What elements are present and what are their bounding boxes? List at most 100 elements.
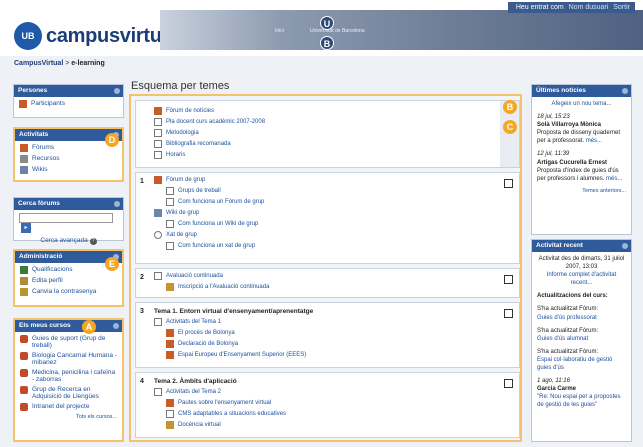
- activity-link[interactable]: Wiki de grup: [154, 209, 499, 217]
- activity-link[interactable]: Espai Europeu d'Ensenyament Superior (EE…: [166, 351, 499, 359]
- wiki-icon: [154, 209, 162, 217]
- advanced-search: Cerca avançada ?: [19, 237, 118, 245]
- activity-link[interactable]: Com funciona un Fòrum de grup: [166, 198, 499, 206]
- resource-icon: [166, 340, 174, 348]
- activity-link[interactable]: Com funciona un Wiki de grup: [166, 220, 499, 228]
- admin-edit-profile-link[interactable]: Edita perfil: [20, 277, 117, 285]
- activity-link[interactable]: Horaris: [154, 151, 499, 159]
- user-name-link[interactable]: Nom dusuari: [569, 4, 609, 11]
- activity-link[interactable]: Fòrum de notícies: [154, 107, 499, 115]
- forum-icon: [20, 144, 28, 152]
- document-icon: [154, 118, 162, 126]
- older-topics-link[interactable]: Temes anteriors...: [537, 188, 626, 194]
- activity-label: Com funciona un Wiki de grup: [178, 221, 259, 227]
- update-link[interactable]: Guies d'ús alumnat: [537, 335, 626, 343]
- banner-link-universitat[interactable]: Universitat de Barcelona: [310, 28, 364, 34]
- section-number: 3: [140, 308, 144, 315]
- news-date: 18 jul, 15:23: [537, 114, 570, 121]
- document-icon: [154, 151, 162, 159]
- all-courses-link[interactable]: Tots els cursos...: [20, 414, 117, 420]
- activitats-wikis-link[interactable]: Wikis: [20, 166, 117, 174]
- admin-change-password-link[interactable]: Canvia la contrasenya: [20, 288, 117, 296]
- document-icon: [166, 410, 174, 418]
- breadcrumb-root[interactable]: CampusVirtual: [14, 60, 63, 67]
- activity-label: Horaris: [166, 152, 186, 158]
- activity-link[interactable]: CMS adaptables a situacions educatives: [166, 410, 499, 418]
- block-cerca: Cerca fòrums ▸ Cerca avançada ?: [13, 197, 124, 245]
- activity-link[interactable]: Activitats del Tema 1: [154, 318, 499, 326]
- activity-link[interactable]: Fòrum de grup: [154, 176, 499, 184]
- minimize-icon[interactable]: [113, 323, 119, 329]
- document-icon: [154, 272, 162, 280]
- course-item[interactable]: Guies de suport (Grup de treball): [20, 335, 117, 349]
- course-icon: [20, 369, 28, 377]
- activity-label: Xat de grup: [166, 232, 198, 238]
- resource-icon: [166, 399, 174, 407]
- activity-link[interactable]: Activitats del Tema 2: [154, 388, 499, 396]
- forum-search-input[interactable]: [19, 213, 113, 223]
- campusvirtual-logo[interactable]: UB campusvirtual: [14, 22, 178, 50]
- block-news: Últimes notícies Afegeix un nou tema... …: [531, 84, 632, 235]
- highlight-checkbox[interactable]: [504, 275, 513, 284]
- add-topic-link[interactable]: Afegeix un nou tema...: [537, 100, 626, 108]
- section-title: Tema 1. Entorn virtual d'ensenyament/apr…: [154, 308, 314, 315]
- block-cursos-header: Els meus cursos: [15, 320, 122, 332]
- activity-label: Declaració de Bolonya: [178, 341, 239, 347]
- activity-link[interactable]: El procés de Bolonya: [166, 329, 499, 337]
- section-number: 1: [140, 178, 144, 185]
- course-label: Medicina, penicilina i cafeïna - zaborra…: [32, 369, 116, 383]
- course-item[interactable]: Biologia Cancarnal Humana - mibanez: [20, 352, 117, 366]
- minimize-icon[interactable]: [114, 201, 120, 207]
- activity-link[interactable]: Docència virtual: [166, 421, 499, 429]
- logo-text: campusvirtual: [46, 25, 178, 47]
- course-item[interactable]: Grup de Recerca en Adquisició de Llengüe…: [20, 386, 117, 400]
- section-0: Fòrum de notícies Pla docent curs acadèm…: [135, 100, 520, 168]
- minimize-icon[interactable]: [622, 243, 628, 249]
- activity-link[interactable]: Com funciona un xat de grup: [166, 242, 499, 250]
- activity-link[interactable]: Metodologia: [154, 129, 499, 137]
- activitats-recursos-link[interactable]: Recursos: [20, 155, 117, 163]
- news-more-link[interactable]: més...: [586, 138, 602, 144]
- activity-label: Pla docent curs acadèmic 2007-2008: [166, 119, 266, 125]
- marker-d: D: [105, 133, 119, 147]
- activitats-forums-link[interactable]: Fòrums: [20, 144, 117, 152]
- help-icon[interactable]: ?: [89, 238, 97, 245]
- participants-link[interactable]: Participants: [19, 100, 118, 108]
- recent-post-date: 1 ago, 11:16: [537, 378, 570, 385]
- course-item[interactable]: Medicina, penicilina i cafeïna - zaborra…: [20, 369, 117, 383]
- resource-icon: [166, 329, 174, 337]
- course-icon: [20, 403, 28, 411]
- activity-link[interactable]: Bibliografia recomanada: [154, 140, 499, 148]
- news-author: Solà Villarroya Mònica: [537, 122, 601, 129]
- highlight-checkbox[interactable]: [504, 179, 513, 188]
- update-link[interactable]: Guies d'ús professorat: [537, 314, 626, 322]
- admin-qualificacions-link[interactable]: Qualificacions: [20, 266, 117, 274]
- block-activitats-title: Activitats: [19, 131, 49, 138]
- activity-link[interactable]: Inscripció a l'Avaluació continuada: [166, 283, 499, 291]
- participants-icon: [19, 100, 27, 108]
- search-go-button[interactable]: ▸: [21, 223, 31, 233]
- highlight-checkbox[interactable]: [504, 379, 513, 388]
- activity-link[interactable]: Pla docent curs acadèmic 2007-2008: [154, 118, 499, 126]
- resource-icon: [20, 155, 28, 163]
- activity-link[interactable]: Xat de grup: [154, 231, 499, 239]
- minimize-icon[interactable]: [114, 88, 120, 94]
- activity-label: Com funciona un xat de grup: [178, 243, 256, 249]
- activity-link[interactable]: Pautes sobre l'ensenyament virtual: [166, 399, 499, 407]
- recent-post-link[interactable]: "Re: Nou espai per a propostes de gestió…: [537, 393, 626, 409]
- activity-link[interactable]: Avaluació continuada: [154, 272, 499, 280]
- news-more-link[interactable]: més...: [606, 176, 622, 182]
- course-item[interactable]: Intranet del projecte: [20, 403, 117, 411]
- marker-c: C: [503, 120, 517, 134]
- banner-link-inici[interactable]: Inici: [275, 28, 284, 34]
- minimize-icon[interactable]: [622, 88, 628, 94]
- advanced-search-link[interactable]: Cerca avançada: [40, 237, 87, 244]
- highlight-checkbox[interactable]: [504, 309, 513, 318]
- section-3: 3 Tema 1. Entorn virtual d'ensenyament/a…: [135, 302, 520, 368]
- full-report-link[interactable]: Informe complet d'activitat recent...: [537, 271, 626, 287]
- update-link[interactable]: Espai col·laboratiu de gestió guies d'ús: [537, 356, 626, 372]
- recent-since: Activitat des de dimarts, 31 juliol 2007…: [538, 256, 625, 271]
- activity-link[interactable]: Grups de treball: [166, 187, 499, 195]
- activity-link[interactable]: Declaració de Bolonya: [166, 340, 499, 348]
- logout-link[interactable]: Sortir: [613, 4, 630, 11]
